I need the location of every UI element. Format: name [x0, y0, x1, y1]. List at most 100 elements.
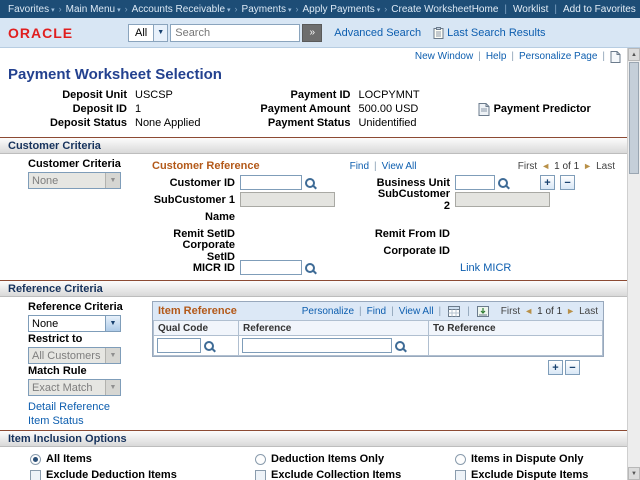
- download-to-excel-icon[interactable]: [477, 306, 489, 317]
- breadcrumb-payments[interactable]: Payments▾: [242, 4, 292, 15]
- deposit-unit-value: USCSP: [135, 88, 173, 102]
- scroll-down-icon[interactable]: ▼: [628, 467, 640, 480]
- deduction-items-only-radio[interactable]: [255, 454, 266, 465]
- restrict-to-value: All Customers: [29, 348, 105, 363]
- reference-criteria-controls: Reference Criteria None ▼ Restrict to Al…: [28, 301, 152, 428]
- next-row-icon[interactable]: ►: [583, 161, 592, 171]
- breadcrumb-label: Favorites: [8, 4, 49, 15]
- customer-id-input[interactable]: [240, 175, 302, 190]
- customer-criteria-controls: Customer Criteria None ▼: [28, 158, 152, 276]
- personalize-page-link[interactable]: Personalize Page: [519, 51, 597, 62]
- chevron-down-icon: ▾: [288, 7, 292, 14]
- match-rule-select: Exact Match ▼: [28, 379, 121, 396]
- add-row-button[interactable]: +: [540, 175, 555, 190]
- breadcrumb-accounts-receivable[interactable]: Accounts Receivable▾: [132, 4, 231, 15]
- scrollbar-thumb[interactable]: [629, 62, 639, 174]
- qual-code-input[interactable]: [157, 338, 201, 353]
- deposit-id-value: 1: [135, 102, 141, 116]
- deduction-items-only-label: Deduction Items Only: [271, 453, 384, 465]
- breadcrumb-apply-payments[interactable]: Apply Payments▾: [303, 4, 381, 15]
- search-input[interactable]: [170, 24, 300, 42]
- breadcrumb-create-worksheet[interactable]: Create Worksheet: [391, 4, 471, 15]
- restrict-to-label: Restrict to: [28, 333, 152, 346]
- personalize-link[interactable]: Personalize: [302, 306, 354, 317]
- business-unit-input[interactable]: [455, 175, 495, 190]
- item-reference-grid-area: Item Reference Personalize Find View All: [152, 301, 604, 428]
- detail-reference-link[interactable]: Detail Reference: [28, 400, 152, 414]
- field-row-subcustomer: SubCustomer 1 SubCustomer 2: [152, 191, 621, 208]
- exclude-dispute-items-checkbox[interactable]: [455, 470, 466, 480]
- reference-cell: [239, 336, 429, 356]
- search-scope-select[interactable]: All ▼: [128, 24, 168, 42]
- global-links: Home Worklist Add to Favorites Sign out: [472, 4, 640, 15]
- vertical-scrollbar[interactable]: ▲ ▼: [627, 48, 640, 480]
- copy-url-icon[interactable]: [610, 51, 621, 63]
- exclude-collection-items-checkbox[interactable]: [255, 470, 266, 480]
- micr-id-input[interactable]: [240, 260, 302, 275]
- chevron-down-icon: ▾: [227, 7, 231, 14]
- breadcrumb-label: Apply Payments: [303, 4, 375, 15]
- field-row-micr: MICR ID Link MICR: [152, 259, 621, 276]
- page-action-links: New Window Help Personalize Page: [0, 48, 627, 63]
- deposit-id-label: Deposit ID: [42, 102, 127, 116]
- first-link[interactable]: First: [501, 306, 520, 317]
- find-link[interactable]: Find: [350, 161, 369, 172]
- last-search-results-link[interactable]: Last Search Results: [447, 27, 545, 39]
- breadcrumb-favorites[interactable]: Favorites▾: [8, 4, 55, 15]
- exclude-dispute-items-label: Exclude Dispute Items: [471, 469, 588, 480]
- view-all-link[interactable]: View All: [399, 306, 434, 317]
- zoom-grid-icon[interactable]: [448, 306, 460, 317]
- micr-id-lookup-icon[interactable]: [304, 261, 317, 275]
- help-link[interactable]: Help: [486, 51, 507, 62]
- items-in-dispute-only-label: Items in Dispute Only: [471, 453, 583, 465]
- search-submit-button[interactable]: »: [302, 24, 322, 42]
- divider: [434, 306, 447, 317]
- grid-toolbar-links: Personalize Find View All: [302, 306, 491, 317]
- previous-row-icon[interactable]: ◄: [541, 161, 550, 171]
- view-all-link[interactable]: View All: [382, 161, 417, 172]
- last-link[interactable]: Last: [596, 161, 615, 172]
- items-in-dispute-only-radio[interactable]: [455, 454, 466, 465]
- reference-criteria-label: Reference Criteria: [28, 301, 152, 314]
- worklist-link[interactable]: Worklist: [513, 4, 548, 15]
- global-nav-bar: Favorites▾ › Main Menu▾ › Accounts Recei…: [0, 0, 640, 18]
- name-label: Name: [152, 211, 240, 223]
- remit-from-id-label: Remit From ID: [370, 228, 455, 240]
- add-to-favorites-link[interactable]: Add to Favorites: [563, 4, 636, 15]
- page-content: New Window Help Personalize Page Payment…: [0, 48, 627, 480]
- exclude-deduction-items-checkbox[interactable]: [30, 470, 41, 480]
- divider: [636, 4, 640, 15]
- customer-criteria-select: None ▼: [28, 172, 121, 189]
- new-window-link[interactable]: New Window: [415, 51, 473, 62]
- previous-row-icon[interactable]: ◄: [524, 306, 533, 316]
- last-link[interactable]: Last: [579, 306, 598, 317]
- delete-row-button[interactable]: −: [565, 360, 580, 375]
- next-row-icon[interactable]: ►: [566, 306, 575, 316]
- breadcrumb-main-menu[interactable]: Main Menu▾: [66, 4, 121, 15]
- scroll-up-icon[interactable]: ▲: [628, 48, 640, 61]
- item-status-link[interactable]: Item Status: [28, 414, 152, 428]
- home-link[interactable]: Home: [472, 4, 499, 15]
- reference-criteria-select[interactable]: None ▼: [28, 315, 121, 332]
- reference-input[interactable]: [242, 338, 392, 353]
- advanced-search-link[interactable]: Advanced Search: [334, 27, 421, 39]
- qual-code-lookup-icon[interactable]: [203, 339, 216, 353]
- row-position: 1 of 1: [554, 161, 579, 172]
- section-header-customer-criteria: Customer Criteria: [0, 137, 627, 154]
- grid-row-actions: + −: [152, 360, 580, 375]
- business-unit-lookup-icon[interactable]: [497, 176, 510, 190]
- first-link[interactable]: First: [518, 161, 537, 172]
- reference-lookup-icon[interactable]: [394, 339, 407, 353]
- reference-criteria-value: None: [29, 316, 105, 331]
- add-row-button[interactable]: +: [548, 360, 563, 375]
- customer-id-lookup-icon[interactable]: [304, 176, 317, 190]
- corporate-id-label: Corporate ID: [370, 245, 455, 257]
- delete-row-button[interactable]: −: [560, 175, 575, 190]
- last-search-results-icon: [433, 27, 444, 39]
- find-link[interactable]: Find: [367, 306, 386, 317]
- payment-id-value: LOCPYMNT: [358, 88, 419, 102]
- match-rule-label: Match Rule: [28, 365, 152, 378]
- all-items-radio[interactable]: [30, 454, 41, 465]
- section-header-item-inclusion: Item Inclusion Options: [0, 430, 627, 447]
- link-micr-link[interactable]: Link MICR: [460, 262, 511, 274]
